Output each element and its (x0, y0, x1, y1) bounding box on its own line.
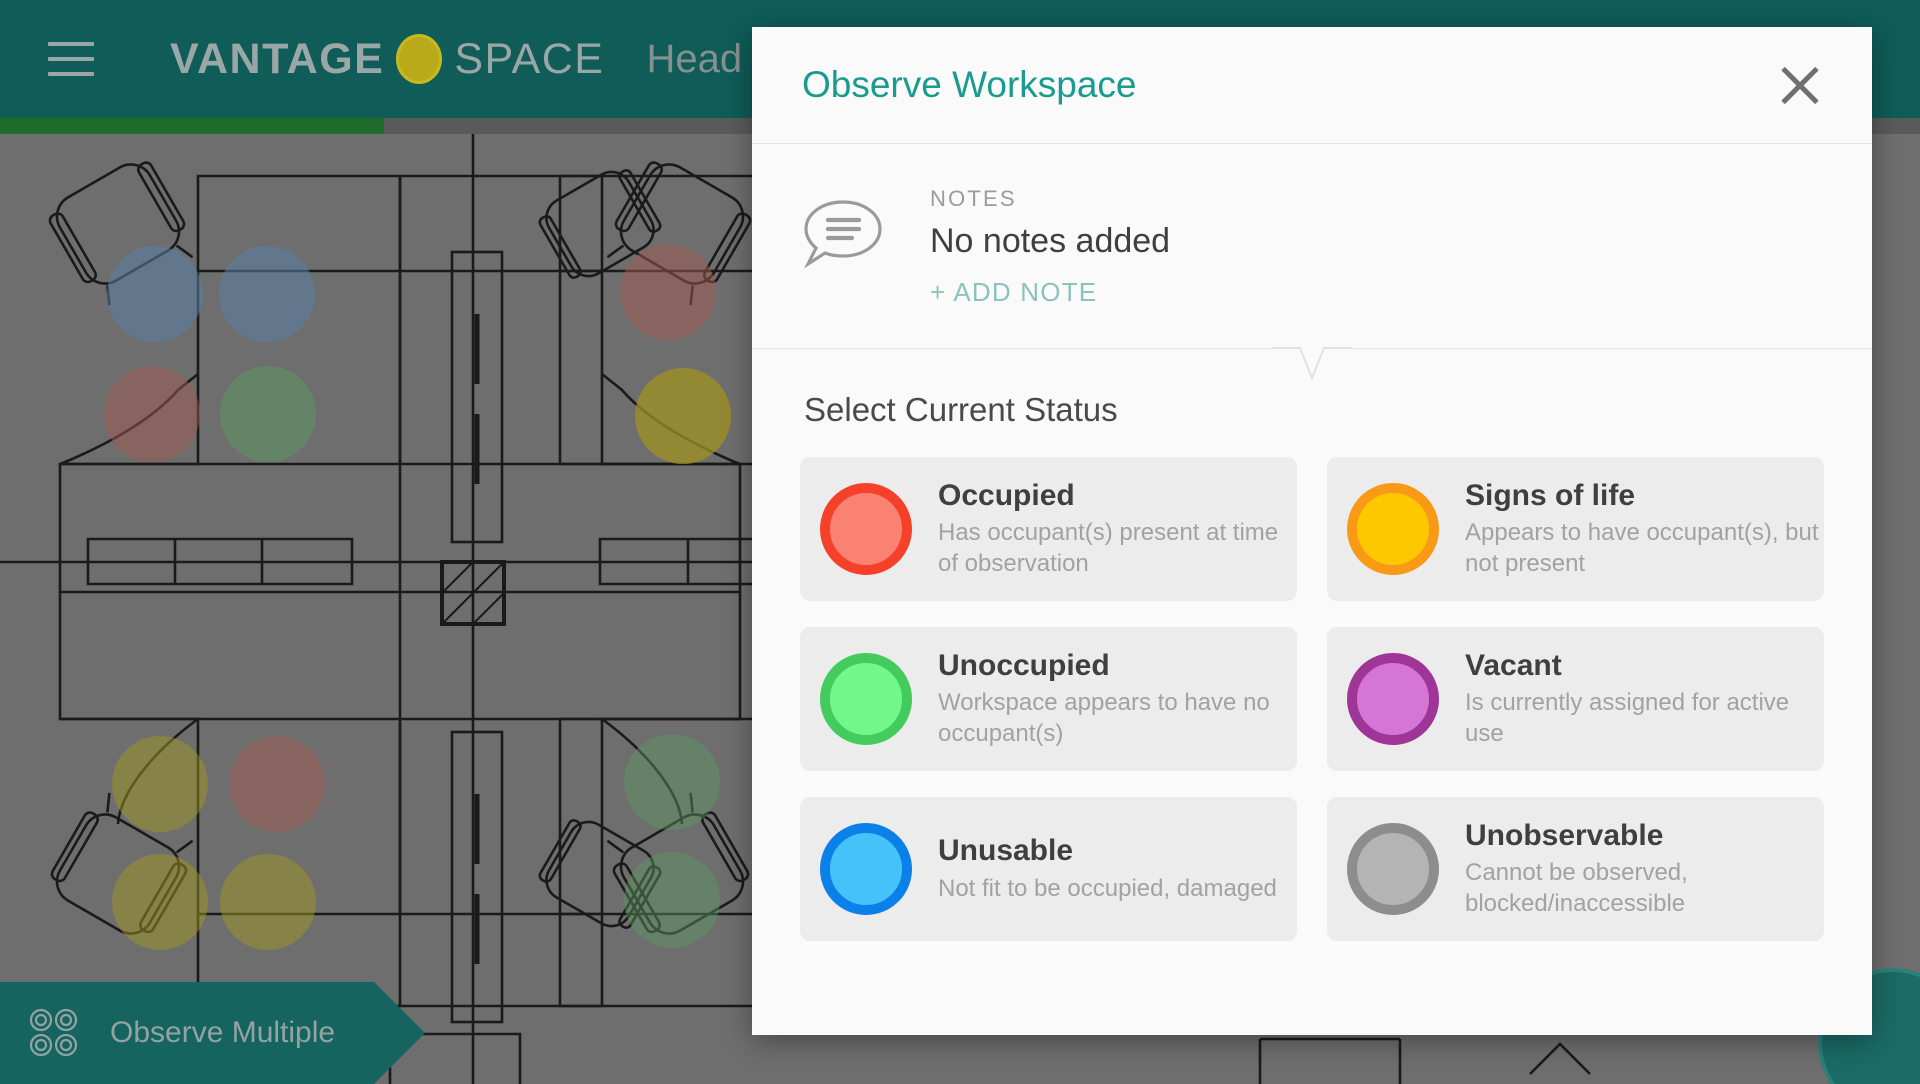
status-option-description: Appears to have occupant(s), but not pre… (1465, 519, 1819, 578)
brand-name-secondary: SPACE (454, 34, 605, 83)
observe-multiple-button[interactable]: Observe Multiple (0, 982, 425, 1084)
status-option-description: Has occupant(s) present at time of obser… (938, 519, 1279, 578)
status-option-text: Unoccupied Workspace appears to have no o… (938, 649, 1297, 750)
status-option-text: Occupied Has occupant(s) present at time … (938, 479, 1297, 580)
brand-name-primary: VANTAGE (170, 34, 385, 83)
status-option-text: Unobservable Cannot be observed, blocked/… (1465, 819, 1824, 920)
status-option-text: Signs of life Appears to have occupant(s)… (1465, 479, 1824, 580)
status-option-name: Signs of life (1465, 478, 1636, 512)
close-icon[interactable] (1772, 57, 1828, 113)
status-option-description: Not fit to be occupied, damaged (938, 874, 1277, 902)
divider-notch-icon (1272, 347, 1352, 381)
brand-logo[interactable]: VANTAGE SPACE (170, 34, 604, 84)
status-option-text: Vacant Is currently assigned for active u… (1465, 649, 1824, 750)
status-dot-unoccupied (820, 653, 912, 745)
status-option-unoccupied[interactable]: Unoccupied Workspace appears to have no o… (800, 627, 1297, 771)
four-circles-grid-icon (29, 1008, 78, 1057)
status-dot-unusable (820, 823, 912, 915)
status-dot-occupied (820, 483, 912, 575)
speech-bubble-notes-icon (804, 200, 882, 268)
status-options-grid: Occupied Has occupant(s) present at time … (800, 457, 1824, 941)
notes-label: NOTES (930, 186, 1017, 211)
app-root: VANTAGE SPACE Head Off Observe Multiple … (0, 0, 1920, 1084)
observe-multiple-label: Observe Multiple (110, 1016, 336, 1049)
dialog-title: Observe Workspace (802, 64, 1137, 105)
status-option-description: Is currently assigned for active use (1465, 689, 1790, 748)
observe-workspace-dialog: Observe Workspace NOTES No notes added +… (752, 27, 1872, 1035)
status-dot-signs-of-life (1347, 483, 1439, 575)
status-dot-unobservable (1347, 823, 1439, 915)
status-option-name: Unusable (938, 834, 1074, 868)
notes-value: No notes added (930, 222, 1171, 260)
status-option-name: Unobservable (1465, 818, 1664, 852)
status-option-description: Cannot be observed, blocked/inaccessible (1465, 859, 1688, 918)
status-option-name: Unoccupied (938, 648, 1110, 682)
status-option-description: Workspace appears to have no occupant(s) (938, 689, 1270, 748)
status-section-heading: Select Current Status (804, 391, 1118, 428)
survey-progress-fill (0, 118, 384, 134)
brand-circle-icon (396, 34, 443, 84)
status-option-signs-of-life[interactable]: Signs of life Appears to have occupant(s)… (1327, 457, 1824, 601)
status-option-text: Unusable Not fit to be occupied, damaged (938, 834, 1277, 904)
status-dot-vacant (1347, 653, 1439, 745)
notes-section: NOTES No notes added + ADD NOTE (752, 144, 1872, 348)
dialog-header: Observe Workspace (752, 27, 1872, 144)
notes-body: NOTES No notes added + ADD NOTE (930, 186, 1170, 308)
status-option-name: Vacant (1465, 648, 1562, 682)
status-section: Select Current Status Occupied Has occupa… (752, 349, 1872, 1035)
status-option-unobservable[interactable]: Unobservable Cannot be observed, blocked/… (1327, 797, 1824, 941)
status-option-unusable[interactable]: Unusable Not fit to be occupied, damaged (800, 797, 1297, 941)
section-divider (752, 347, 1872, 381)
add-note-button[interactable]: + ADD NOTE (930, 277, 1097, 308)
status-option-name: Occupied (938, 478, 1075, 512)
status-option-occupied[interactable]: Occupied Has occupant(s) present at time … (800, 457, 1297, 601)
status-option-vacant[interactable]: Vacant Is currently assigned for active u… (1327, 627, 1824, 771)
hamburger-icon[interactable] (48, 42, 94, 76)
